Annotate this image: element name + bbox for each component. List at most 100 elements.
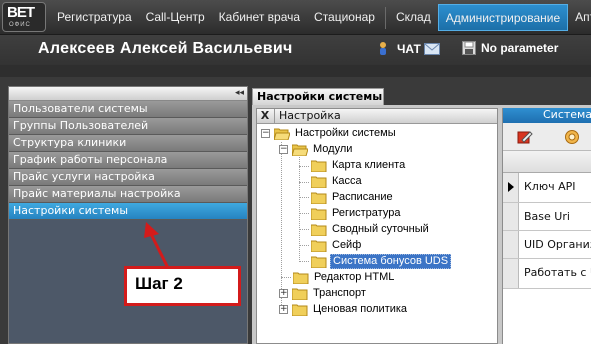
tree-connector xyxy=(299,166,309,167)
expand-icon[interactable]: + xyxy=(279,289,288,298)
grid-column-header xyxy=(503,151,591,173)
tree-node-safe[interactable]: Сейф xyxy=(311,238,363,253)
left-panel-header: ◂◂ xyxy=(9,87,247,101)
folder-icon xyxy=(292,288,308,300)
table-cell: Работать с U xyxy=(524,266,591,279)
parameter-indicator[interactable]: No parameter xyxy=(462,41,558,55)
table-row[interactable]: Ключ API xyxy=(503,173,591,203)
collapse-icon[interactable]: − xyxy=(279,145,288,154)
row-indicator xyxy=(503,203,519,230)
main-menu: Регистратура Call-Центр Кабинет врача Ст… xyxy=(50,0,591,35)
edit-icon[interactable] xyxy=(517,129,533,145)
tree-label: Редактор HTML xyxy=(314,271,395,283)
table-row[interactable]: Работать с U xyxy=(503,259,591,289)
tree-connector xyxy=(299,197,309,198)
tree-label: Транспорт xyxy=(313,287,366,299)
tree-label: Настройки системы xyxy=(295,127,396,139)
nav-price-services[interactable]: Прайс услуги настройка xyxy=(9,169,247,186)
menu-divider xyxy=(384,6,386,29)
tab-system-settings[interactable]: Настройки системы xyxy=(252,88,384,105)
tree-node-html-editor[interactable]: Редактор HTML xyxy=(293,270,396,285)
menu-hospital[interactable]: Стационар xyxy=(307,4,382,31)
folder-icon xyxy=(311,256,327,268)
table-cell: Base Uri xyxy=(524,210,570,223)
disk-icon xyxy=(462,41,476,55)
tree-label: Регистратура xyxy=(332,207,401,219)
tree-node-transport[interactable]: + Транспорт xyxy=(279,286,368,301)
tree-label: Расписание xyxy=(332,191,393,203)
user-name: Алексеев Алексей Васильевич xyxy=(38,40,293,57)
menu-administration[interactable]: Администрирование xyxy=(437,4,569,31)
header-divider xyxy=(274,109,275,124)
tree-connector xyxy=(299,229,309,230)
refresh-icon[interactable] xyxy=(564,129,580,145)
table-cell: Ключ API xyxy=(524,180,576,193)
folder-icon xyxy=(311,160,327,172)
tree-node-cash[interactable]: Касса xyxy=(311,174,364,189)
collapse-panel-icon[interactable]: ◂◂ xyxy=(235,87,244,100)
tree-connector xyxy=(299,157,300,262)
menu-pharmacy[interactable]: Аптека xyxy=(568,4,591,31)
row-indicator xyxy=(503,259,519,288)
folder-icon xyxy=(311,224,327,236)
nav-price-materials[interactable]: Прайс материалы настройка xyxy=(9,186,247,203)
table-row[interactable]: Base Uri xyxy=(503,203,591,231)
row-indicator xyxy=(503,231,519,258)
tree-connector xyxy=(299,213,309,214)
grid-toolbar xyxy=(503,123,591,151)
tree-header: X Настройка xyxy=(257,109,497,124)
tree-node-client-card[interactable]: Карта клиента xyxy=(311,158,407,173)
expand-icon[interactable]: + xyxy=(279,305,288,314)
settings-tree-panel: X Настройка − Настройки системы − Модули… xyxy=(256,108,498,344)
row-pointer-icon xyxy=(508,182,514,192)
folder-icon xyxy=(292,304,308,316)
nav-staff-schedule[interactable]: График работы персонала xyxy=(9,152,247,169)
tree-connector xyxy=(281,277,291,278)
folder-icon xyxy=(311,192,327,204)
collapse-icon[interactable]: − xyxy=(261,129,270,138)
user-chat-icon xyxy=(380,42,386,55)
menu-registratura[interactable]: Регистратура xyxy=(50,4,139,31)
tree-label: Ценовая политика xyxy=(313,303,408,315)
tree-node-uds-bonus[interactable]: Система бонусов UDS xyxy=(311,254,452,269)
menu-call-center[interactable]: Call-Центр xyxy=(139,4,212,31)
tree-connector xyxy=(299,261,309,262)
close-icon[interactable]: X xyxy=(259,109,271,123)
parameter-label: No parameter xyxy=(481,41,559,55)
folder-icon xyxy=(311,240,327,252)
tree-node-registry[interactable]: Регистратура xyxy=(311,206,402,221)
annotation-arrow-icon xyxy=(144,222,170,269)
app-logo[interactable]: ВЕТ ОФИС xyxy=(2,2,46,32)
chat-button[interactable]: ЧАТ xyxy=(378,41,440,57)
tree-label: Сейф xyxy=(332,239,362,251)
nav-user-groups[interactable]: Группы Пользователей xyxy=(9,118,247,135)
tree-node-modules[interactable]: − Модули xyxy=(279,142,354,157)
tree-node-daily-summary[interactable]: Сводный суточный xyxy=(311,222,431,237)
step-label: Шаг 2 xyxy=(135,274,183,293)
tree-connector xyxy=(299,182,309,183)
menu-doctor-cabinet[interactable]: Кабинет врача xyxy=(212,4,307,31)
table-cell: UID Организа xyxy=(524,238,591,251)
nav-system-settings[interactable]: Настройки системы xyxy=(9,203,247,220)
toolbar-strip xyxy=(0,65,591,77)
tree-header-title: Настройка xyxy=(279,109,341,122)
tree-node-root[interactable]: − Настройки системы xyxy=(261,126,398,141)
tree-node-schedule[interactable]: Расписание xyxy=(311,190,395,205)
folder-icon xyxy=(311,208,327,220)
top-menu-bar: ВЕТ ОФИС Регистратура Call-Центр Кабинет… xyxy=(0,0,591,35)
step-annotation: Шаг 2 xyxy=(124,266,241,306)
folder-icon xyxy=(293,272,309,284)
nav-clinic-structure[interactable]: Структура клиники xyxy=(9,135,247,152)
tree-node-price-policy[interactable]: + Ценовая политика xyxy=(279,302,409,317)
settings-grid-panel: Система Ключ API Base Uri UID Организа Р… xyxy=(502,108,591,344)
tree-label: Система бонусов UDS xyxy=(330,254,452,269)
nav-users[interactable]: Пользователи системы xyxy=(9,101,247,118)
tree-label: Модули xyxy=(313,143,353,155)
folder-open-icon xyxy=(292,144,308,156)
tree-label: Сводный суточный xyxy=(332,223,429,235)
table-row[interactable]: UID Организа xyxy=(503,231,591,259)
tree-connector xyxy=(299,245,309,246)
logo-main-text: ВЕТ xyxy=(7,4,35,21)
mail-icon xyxy=(423,43,440,55)
menu-warehouse[interactable]: Склад xyxy=(389,4,438,31)
